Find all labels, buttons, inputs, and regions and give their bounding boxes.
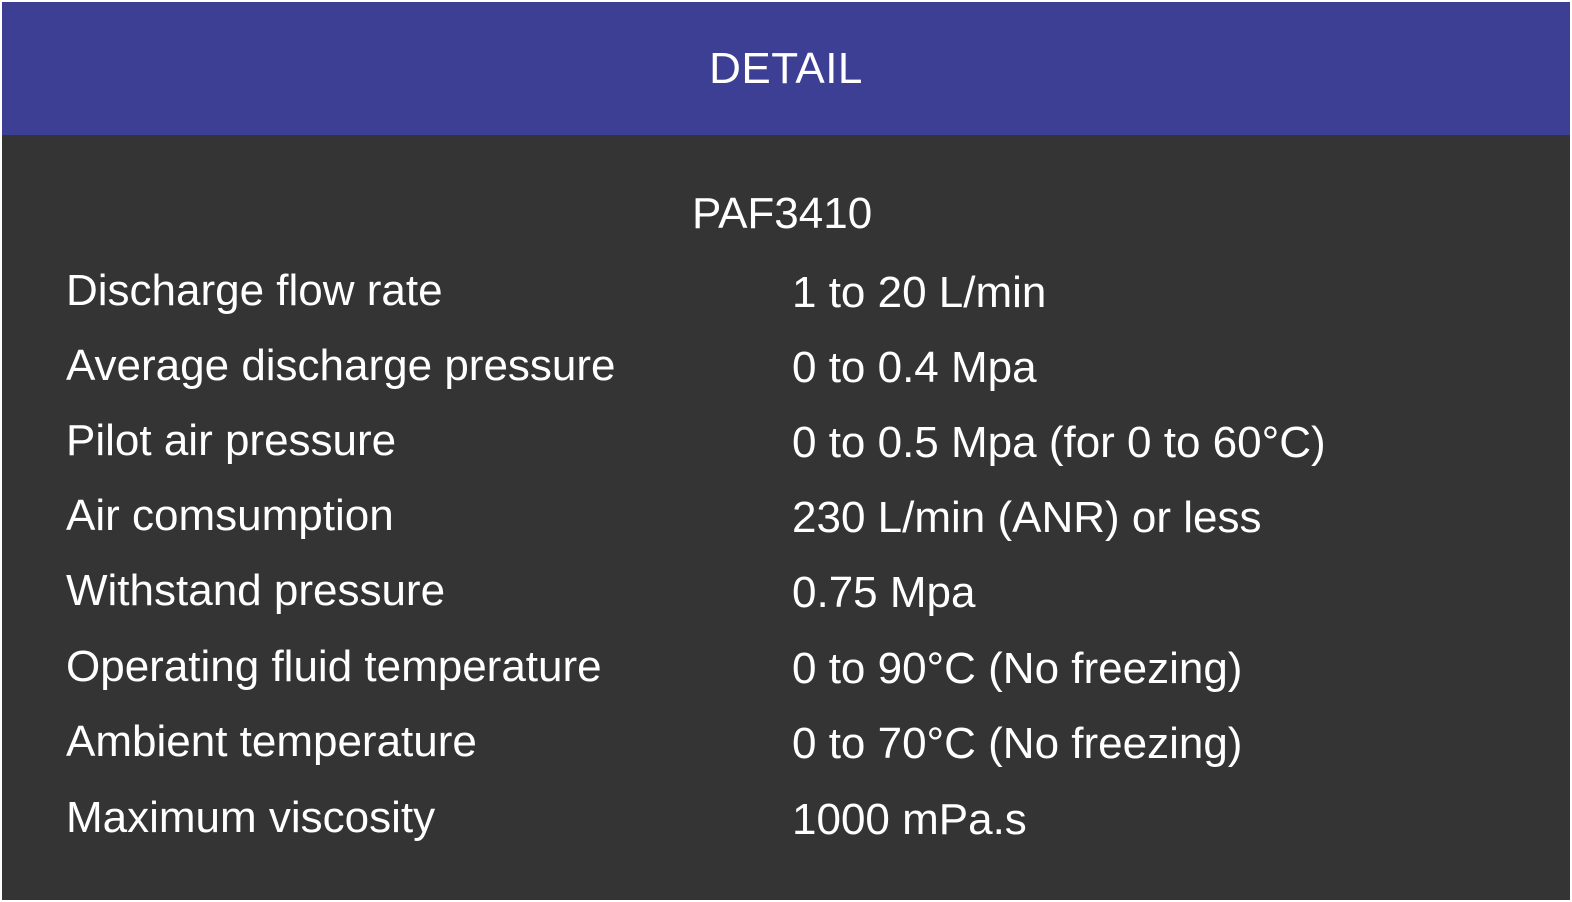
spec-label: Ambient temperature	[66, 717, 477, 766]
spec-value: 0 to 0.4 Mpa	[792, 343, 1037, 392]
spec-label: Withstand pressure	[66, 566, 446, 615]
spec-row: Air comsumption 230 L/min (ANR) or less	[2, 486, 1570, 546]
spec-row: Discharge flow rate 1 to 20 L/min	[2, 261, 1570, 321]
spec-row: Ambient temperature 0 to 70°C (No freezi…	[2, 712, 1570, 772]
spec-value: 0 to 70°C (No freezing)	[792, 719, 1243, 768]
detail-card: DETAIL PAF3410 Discharge flow rate 1 to …	[2, 2, 1570, 900]
spec-label: Discharge flow rate	[66, 266, 443, 315]
spec-row: Withstand pressure 0.75 Mpa	[2, 561, 1570, 621]
spec-value: 230 L/min (ANR) or less	[792, 493, 1262, 542]
spec-label: Pilot air pressure	[66, 416, 397, 465]
spec-value: 1000 mPa.s	[792, 795, 1027, 844]
spec-row: Maximum viscosity 1000 mPa.s	[2, 788, 1570, 848]
spec-value: 0.75 Mpa	[792, 568, 976, 617]
spec-value: 0 to 0.5 Mpa (for 0 to 60°C)	[792, 418, 1326, 467]
spec-value: 0 to 90°C (No freezing)	[792, 644, 1243, 693]
spec-row: Operating fluid temperature 0 to 90°C (N…	[2, 637, 1570, 697]
spec-row: Average discharge pressure 0 to 0.4 Mpa	[2, 336, 1570, 396]
spec-label: Average discharge pressure	[66, 341, 616, 390]
spec-value: 1 to 20 L/min	[792, 268, 1047, 317]
spec-table: Discharge flow rate 1 to 20 L/min Averag…	[2, 2, 1570, 900]
spec-label: Maximum viscosity	[66, 793, 436, 842]
spec-row: Pilot air pressure 0 to 0.5 Mpa (for 0 t…	[2, 411, 1570, 471]
spec-label: Operating fluid temperature	[66, 642, 602, 691]
spec-label: Air comsumption	[66, 491, 394, 540]
